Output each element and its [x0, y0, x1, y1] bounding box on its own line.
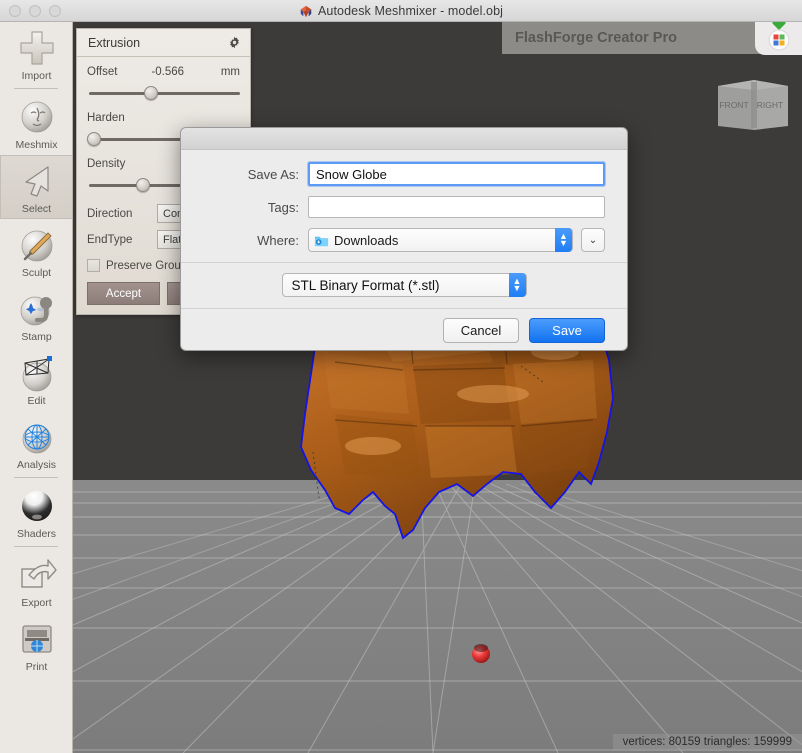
tool-analysis[interactable]: Analysis: [0, 411, 72, 475]
window-title-text: Autodesk Meshmixer - model.obj: [317, 3, 504, 18]
tool-label: Meshmix: [15, 139, 58, 151]
face-sphere-icon: [21, 101, 52, 133]
brush-icon: [21, 230, 52, 262]
expand-browser-button[interactable]: ⌄: [581, 228, 605, 252]
offset-row: Offset -0.566 mm: [87, 66, 240, 78]
dialog-cancel-button[interactable]: Cancel: [443, 318, 519, 343]
title-bar: Autodesk Meshmixer - model.obj: [0, 0, 802, 22]
preserve-group-label: Preserve Group: [106, 259, 188, 272]
tags-row: Tags:: [203, 196, 605, 218]
tool-label: Stamp: [21, 331, 52, 343]
export-arrow-icon: [20, 559, 57, 588]
extrusion-panel-title: Extrusion: [88, 35, 141, 50]
tool-shaders[interactable]: Shaders: [0, 480, 72, 544]
save-as-row: Save As: Snow Globe: [203, 162, 605, 186]
printer-badge[interactable]: [755, 22, 802, 55]
file-format-value: STL Binary Format (*.stl): [291, 277, 440, 293]
file-format-dropdown[interactable]: STL Binary Format (*.stl) ▲ ▼: [281, 273, 527, 297]
gear-icon[interactable]: [228, 36, 241, 49]
save-dialog[interactable]: Save As: Snow Globe Tags: Where: Downloa…: [180, 127, 628, 351]
format-stepper[interactable]: ▲ ▼: [508, 273, 526, 297]
tool-select[interactable]: Select: [0, 155, 72, 219]
tool-label: Analysis: [16, 459, 57, 471]
analysis-icon: [22, 424, 51, 454]
tool-label: Shaders: [16, 528, 57, 540]
printer-icon: [21, 625, 52, 653]
offset-label: Offset: [87, 66, 118, 78]
slider-knob[interactable]: [143, 86, 158, 100]
direction-label: Direction: [87, 207, 133, 220]
printer-name-text: FlashForge Creator Pro: [515, 30, 677, 46]
tool-label: Sculpt: [21, 267, 52, 279]
tool-sculpt[interactable]: Sculpt: [0, 219, 72, 283]
format-row: STL Binary Format (*.stl) ▲ ▼: [181, 263, 627, 306]
tool-label: Print: [25, 661, 48, 673]
tool-stamp[interactable]: Stamp: [0, 283, 72, 347]
offset-slider[interactable]: [87, 84, 240, 102]
view-cube[interactable]: FRONT RIGHT: [710, 70, 794, 149]
tool-export[interactable]: Export: [0, 549, 72, 613]
offset-unit: mm: [220, 66, 240, 78]
meshmixer-logo-icon: [300, 5, 312, 17]
tool-label: Import: [21, 70, 52, 82]
density-label: Density: [87, 158, 126, 170]
printer-name-label: FlashForge Creator Pro: [502, 22, 802, 55]
where-value: Downloads: [334, 232, 399, 248]
left-toolbar[interactable]: Import Meshmix Select Sculpt Stamp Edit …: [0, 22, 73, 753]
accept-button[interactable]: Accept: [87, 282, 160, 305]
stepper-down-icon: ▼: [512, 283, 522, 293]
office-download-icon: [768, 22, 789, 51]
save-dialog-titlebar: [181, 128, 627, 150]
chevron-down-icon: ⌄: [588, 234, 598, 246]
where-row: Where: Downloads ▲ ▼ ⌄: [203, 228, 605, 252]
tool-edit[interactable]: Edit: [0, 347, 72, 411]
extrusion-panel-header: Extrusion: [77, 29, 250, 57]
slider-knob[interactable]: [135, 178, 150, 192]
tool-import[interactable]: Import: [0, 22, 72, 86]
harden-row: Harden: [87, 112, 240, 124]
tool-print[interactable]: Print: [0, 613, 72, 677]
offset-value: -0.566: [151, 66, 185, 78]
where-stepper[interactable]: ▲ ▼: [555, 228, 572, 252]
status-bar: vertices: 80159 triangles: 159999: [612, 734, 802, 751]
cursor-arrow-icon: [24, 166, 49, 197]
plus-icon: [19, 31, 54, 65]
slider-track: [89, 92, 240, 95]
toolbar-separator: [14, 88, 58, 89]
tool-meshmix[interactable]: Meshmix: [0, 91, 72, 155]
window-title: Autodesk Meshmixer - model.obj: [0, 4, 802, 18]
save-as-input[interactable]: Snow Globe: [308, 162, 605, 186]
slider-knob[interactable]: [87, 132, 101, 146]
stamp-icon: [20, 296, 52, 326]
downloads-folder-icon: [314, 236, 329, 246]
save-dialog-actions: Cancel Save: [181, 309, 627, 343]
view-cube-front-label: FRONT: [719, 100, 748, 110]
tool-label: Select: [21, 203, 52, 215]
harden-label: Harden: [87, 112, 125, 124]
tags-label: Tags:: [267, 199, 299, 215]
toolbar-separator: [14, 477, 58, 478]
preserve-group-checkbox[interactable]: [87, 259, 100, 272]
shader-ball-icon: [21, 491, 52, 521]
where-dropdown[interactable]: Downloads ▲ ▼: [308, 228, 573, 252]
toolbar-separator: [14, 546, 58, 547]
tool-label: Export: [21, 597, 52, 609]
save-as-label: Save As:: [247, 166, 299, 182]
dialog-save-button[interactable]: Save: [529, 318, 605, 343]
stepper-down-icon: ▼: [559, 238, 568, 248]
tool-label: Edit: [27, 395, 46, 407]
endtype-label: EndType: [87, 233, 133, 246]
meshmixer-window: FlashForge Creator Pro FRONT RIGHT verti…: [0, 0, 802, 753]
wireframe-icon: [22, 356, 52, 392]
where-label: Where:: [257, 232, 299, 248]
save-dialog-body: Save As: Snow Globe Tags: Where: Downloa…: [181, 150, 627, 252]
tags-input[interactable]: [308, 196, 605, 218]
view-cube-right-label: RIGHT: [757, 100, 783, 110]
